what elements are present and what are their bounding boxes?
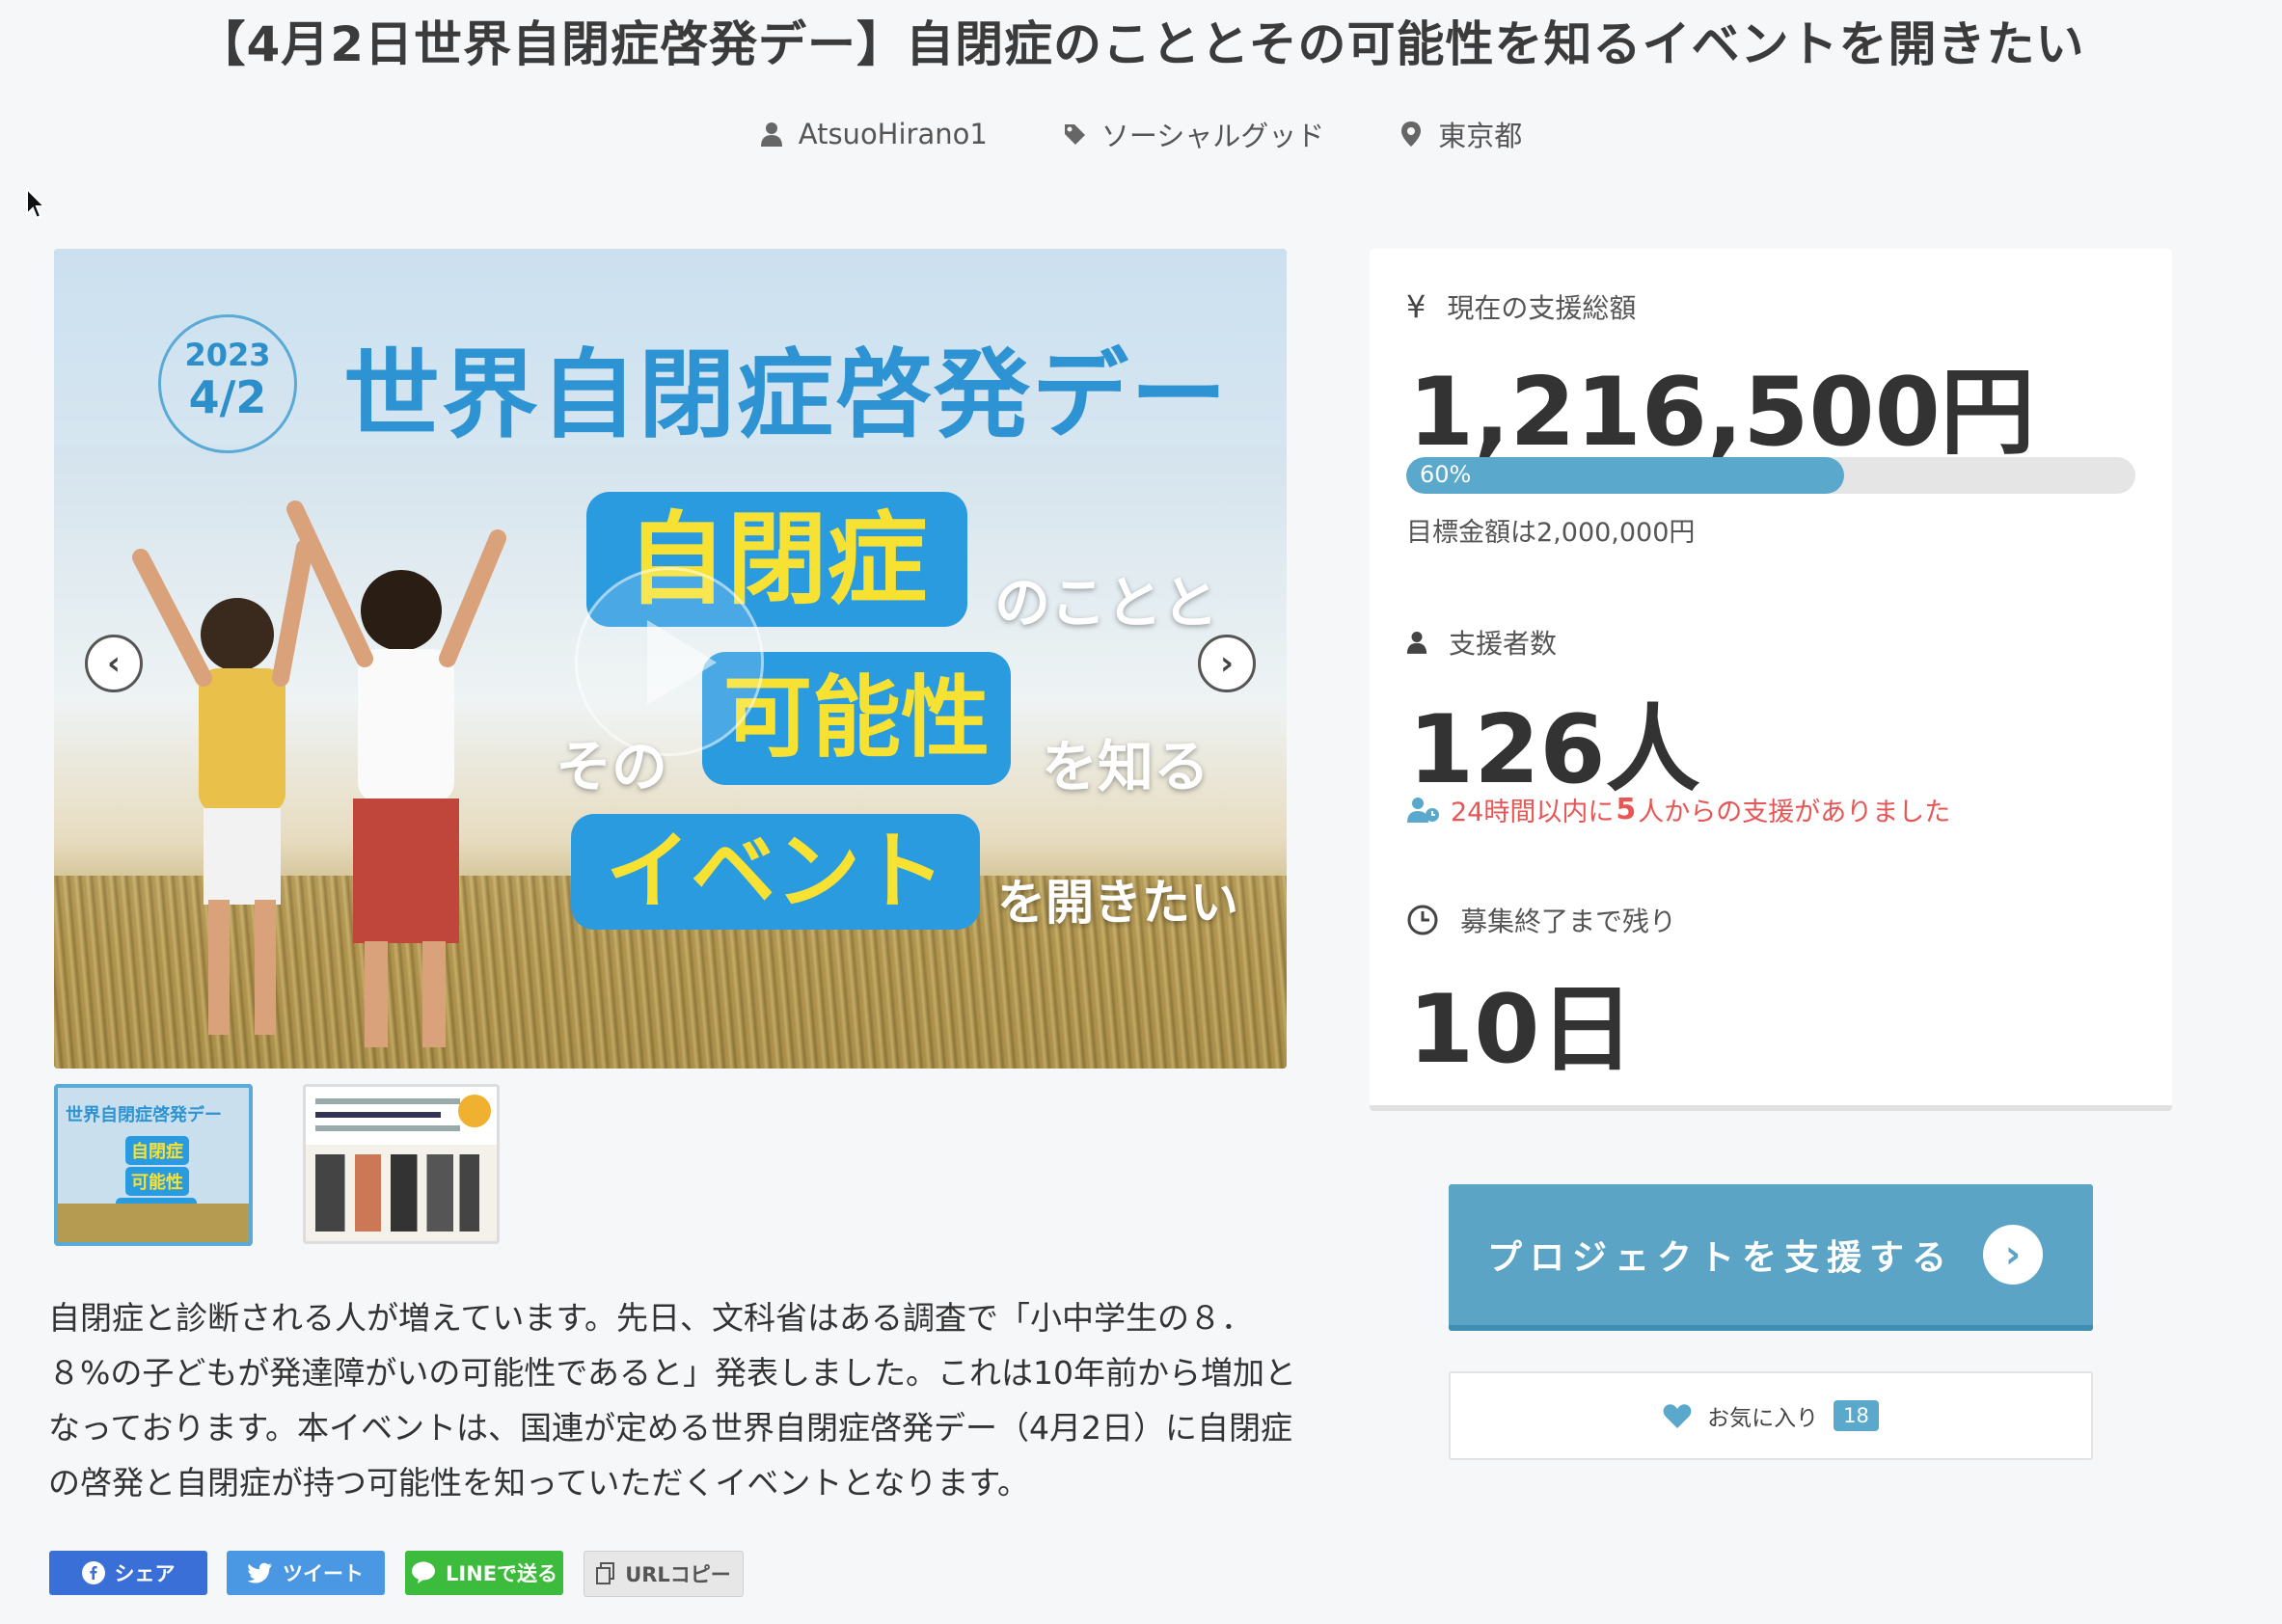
location-name: 東京都 [1438,120,1523,152]
clock-icon [1407,905,1438,935]
funding-stats-panel: ¥ 現在の支援総額 1,216,500円 60% 目標金額は2,000,000円… [1370,249,2172,1111]
support-project-label: プロジェクトを支援する [1487,1238,1955,1278]
map-pin-icon [1401,122,1422,147]
total-amount-value: 1,216,500円 [1408,358,2035,468]
thumbnail-1-headline: 世界自閉症啓発デー [66,1105,222,1125]
thumbnail-1[interactable]: 世界自閉症啓発デー 自閉症 可能性 イベント [54,1084,253,1246]
chevron-right-icon: › [1983,1225,2043,1285]
remaining-time-value: 10日 [1408,975,1635,1085]
chevron-right-icon: › [1219,644,1234,683]
funding-progress-fill [1406,457,1844,494]
twitter-bird-icon [248,1562,272,1583]
copy-url-button[interactable]: URLコピー [584,1551,744,1597]
line-share-button[interactable]: LINEで送る [405,1551,563,1595]
funding-progress-bar: 60% [1406,457,2135,494]
facebook-icon [81,1561,105,1584]
thumbnail-1-field [58,1204,249,1242]
backers-value: 126人 [1408,695,1700,805]
copy-icon [596,1562,615,1584]
project-description: 自閉症と診断される人が増えています。先日、文科省はある調査で「小中学生の８．８%… [48,1299,1297,1502]
hero-carousel[interactable]: 2023 4/2 世界自閉症啓発デー 自閉症 のことと その 可能性 を知る イ… [54,249,1287,1069]
recent-suffix: 人からの支援がありました [1638,798,1951,827]
hero-text-3: を知る [1042,734,1210,799]
thumbnail-1-pill-b: 可能性 [125,1167,189,1196]
goal-amount: 目標金額は2,000,000円 [1406,518,1696,548]
twitter-share-label: ツイート [283,1562,364,1585]
heart-icon [1663,1404,1692,1428]
date-badge: 2023 4/2 [158,314,297,453]
tag-icon [1064,124,1085,145]
author-name: AtsuoHirano1 [798,118,988,150]
thumbnail-2-line [315,1098,460,1104]
favorite-button[interactable]: お気に入り 18 [1449,1371,2093,1460]
location-link[interactable]: 東京都 [1399,114,1522,154]
mouse-cursor-icon [26,187,46,220]
thumbnail-2-line [315,1125,460,1131]
remaining-label-text: 募集終了まで残り [1460,906,1677,937]
user-icon [760,122,782,147]
total-amount-label: ¥ 現在の支援総額 [1406,287,1636,326]
recent-count: 5 [1616,793,1637,826]
project-meta: AtsuoHirano1 ソーシャルグッド 東京都 [0,114,2282,154]
backers-label: 支援者数 [1406,623,1557,662]
carousel-next-button[interactable]: › [1198,635,1256,692]
user-icon [1406,632,1427,654]
favorite-count: 18 [1834,1400,1879,1431]
user-clock-icon [1407,797,1439,823]
funding-progress-text: 60% [1420,461,1472,488]
recent-prefix: 24時間以内に [1451,798,1615,827]
category-name: ソーシャルグッド [1100,120,1325,152]
remaining-time-label: 募集終了まで残り [1406,901,1676,939]
play-video-icon[interactable] [575,567,764,756]
twitter-share-button[interactable]: ツイート [227,1551,385,1595]
hero-pill-event: イベント [571,814,980,930]
thumbnail-2-badge [458,1095,491,1127]
line-icon [411,1561,435,1583]
category-link[interactable]: ソーシャルグッド [1063,114,1324,154]
thumbnail-2-line [315,1112,441,1118]
hero-text-4: を開きたい [997,875,1238,931]
date-day: 4/2 [188,371,267,423]
author-link[interactable]: AtsuoHirano1 [760,114,988,154]
hero-headline: 世界自閉症啓発デー [343,338,1229,451]
favorite-label: お気に入り [1707,1406,1819,1431]
children-illustration [132,501,506,1047]
support-project-button[interactable]: プロジェクトを支援する › [1449,1184,2093,1331]
carousel-prev-button[interactable]: ‹ [85,635,143,692]
page-title: 【4月2日世界自閉症啓発デー】自閉症のこととその可能性を知るイベントを開きたい [197,16,2085,72]
yen-icon: ¥ [1406,288,1426,325]
line-share-label: LINEで送る [445,1562,558,1585]
total-amount-label-text: 現在の支援総額 [1447,292,1637,324]
date-year: 2023 [184,337,271,373]
thumbnail-2-speakers [315,1154,479,1232]
facebook-share-label: シェア [114,1562,176,1585]
thumbnail-1-pill-a: 自閉症 [125,1136,189,1165]
recent-backers-notice: 24時間以内に 5 人からの支援がありました [1406,791,1950,828]
hero-text-1: のことと [994,570,1219,636]
facebook-share-button[interactable]: シェア [49,1551,207,1595]
copy-url-label: URLコピー [625,1563,731,1586]
backers-label-text: 支援者数 [1449,628,1558,660]
thumbnail-2[interactable] [303,1084,500,1244]
chevron-left-icon: ‹ [106,644,121,683]
